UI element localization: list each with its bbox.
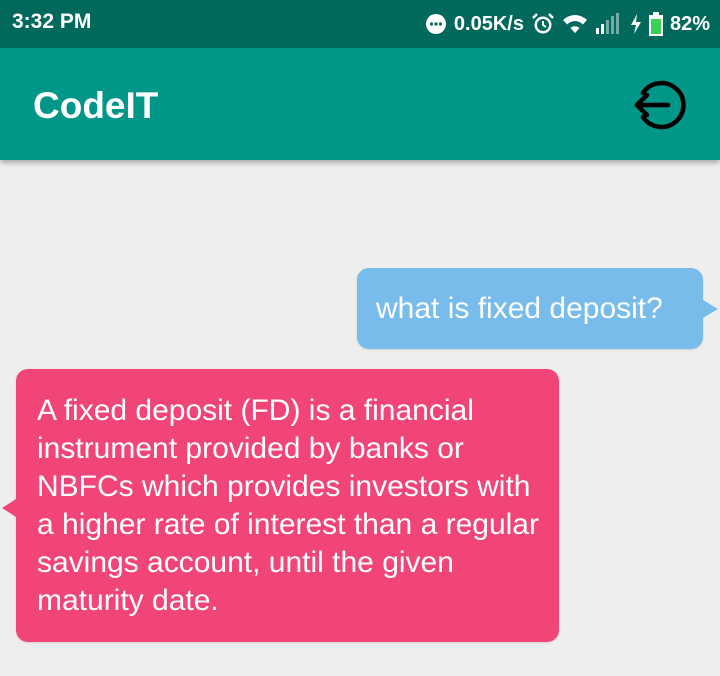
battery-percent: 82% xyxy=(669,12,710,35)
app-bar: CodeIT xyxy=(0,48,720,160)
status-bar: 3:32 PM 0.05K/s 82% xyxy=(0,0,720,48)
bot-message-bubble: A fixed deposit (FD) is a financial inst… xyxy=(2,369,559,642)
battery-icon xyxy=(648,12,663,36)
bubble-tail xyxy=(2,499,16,517)
bubble-tail xyxy=(703,300,718,318)
net-speed: 0.05K/s xyxy=(453,12,524,35)
user-message-text: what is fixed deposit? xyxy=(376,292,663,325)
signal-icon xyxy=(595,13,623,35)
logout-icon[interactable] xyxy=(628,72,694,138)
charging-icon xyxy=(630,13,642,35)
status-time: 3:32 PM xyxy=(12,10,92,33)
status-icons: 0.05K/s 82% xyxy=(425,9,710,39)
alarm-icon xyxy=(531,12,555,36)
bot-message-text: A fixed deposit (FD) is a financial inst… xyxy=(37,394,539,617)
user-message-bubble: what is fixed deposit? xyxy=(357,268,718,349)
app-title: CodeIT xyxy=(33,85,159,126)
wifi-icon xyxy=(562,13,588,35)
more-dots-icon xyxy=(425,13,447,35)
